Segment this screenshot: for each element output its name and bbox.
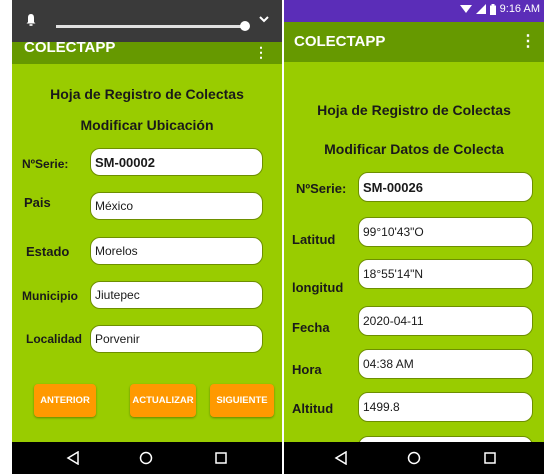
serie-label: NºSerie: xyxy=(296,181,347,196)
app-bar: COLECTAPP ⋮ xyxy=(12,42,282,64)
app-title: COLECTAPP xyxy=(294,33,386,50)
estado-label: Estado xyxy=(26,244,70,259)
page-title: Hoja de Registro de Colectas xyxy=(317,102,511,118)
fecha-label: Fecha xyxy=(292,320,330,335)
notification-shade[interactable] xyxy=(12,0,282,42)
actualizar-button[interactable]: ACTUALIZAR xyxy=(130,384,196,417)
recents-icon[interactable] xyxy=(483,451,497,465)
brightness-slider[interactable] xyxy=(56,25,244,28)
hora-label: Hora xyxy=(292,362,322,377)
serie-field[interactable]: SM-00002 xyxy=(90,148,263,176)
overflow-menu-icon[interactable]: ⋮ xyxy=(520,31,536,51)
localidad-label: Localidad xyxy=(26,332,83,346)
latitud-field[interactable]: 99°10'43"O xyxy=(358,217,533,247)
anterior-button[interactable]: ANTERIOR xyxy=(34,384,96,417)
overflow-menu-icon[interactable]: ⋮ xyxy=(254,44,268,61)
fecha-field[interactable]: 2020-04-11 xyxy=(358,306,533,336)
app-title: COLECTAPP xyxy=(24,42,116,56)
page-subtitle: Modificar Datos de Colecta xyxy=(324,141,504,157)
serie-field[interactable]: SM-00026 xyxy=(358,172,533,202)
localidad-field[interactable]: Porvenir xyxy=(90,325,263,353)
page-subtitle: Modificar Ubicación xyxy=(80,117,214,133)
longitud-field[interactable]: 18°55'14"N xyxy=(358,259,533,289)
left-screen: COLECTAPP ⋮ Hoja de Registro de Colectas… xyxy=(12,0,282,474)
hora-field[interactable]: 04:38 AM xyxy=(358,349,533,379)
municipio-label: Municipio xyxy=(22,289,78,303)
wifi-icon xyxy=(459,5,472,13)
status-time: 9:16 AM xyxy=(499,3,540,15)
page-title: Hoja de Registro de Colectas xyxy=(50,86,244,102)
altitud-field[interactable]: 1499.8 xyxy=(358,392,533,422)
status-bar: 9:16 AM xyxy=(284,0,544,22)
navigation-bar xyxy=(12,442,282,474)
pais-field[interactable]: México xyxy=(90,192,263,220)
home-icon[interactable] xyxy=(407,451,421,465)
siguiente-button[interactable]: SIGUIENTE xyxy=(210,384,274,417)
battery-icon xyxy=(489,3,496,15)
navigation-bar xyxy=(284,442,544,474)
chevron-down-icon[interactable] xyxy=(259,14,269,24)
home-icon[interactable] xyxy=(139,451,153,465)
estado-field[interactable]: Morelos xyxy=(90,237,263,265)
app-bar: COLECTAPP ⋮ xyxy=(284,22,544,62)
bell-icon[interactable] xyxy=(26,14,36,26)
latitud-label: Latitud xyxy=(292,232,336,247)
municipio-field[interactable]: Jiutepec xyxy=(90,281,263,309)
serie-label: NºSerie: xyxy=(22,157,69,171)
brightness-slider-thumb[interactable] xyxy=(240,21,250,31)
pais-label: Pais xyxy=(24,195,51,210)
signal-icon xyxy=(475,4,486,14)
back-icon[interactable] xyxy=(334,451,348,465)
right-screen: 9:16 AM COLECTAPP ⋮ Hoja de Registro de … xyxy=(284,0,544,474)
longitud-label: longitud xyxy=(292,280,344,295)
altitud-label: Altitud xyxy=(292,401,334,416)
recents-icon[interactable] xyxy=(214,451,228,465)
back-icon[interactable] xyxy=(66,451,80,465)
